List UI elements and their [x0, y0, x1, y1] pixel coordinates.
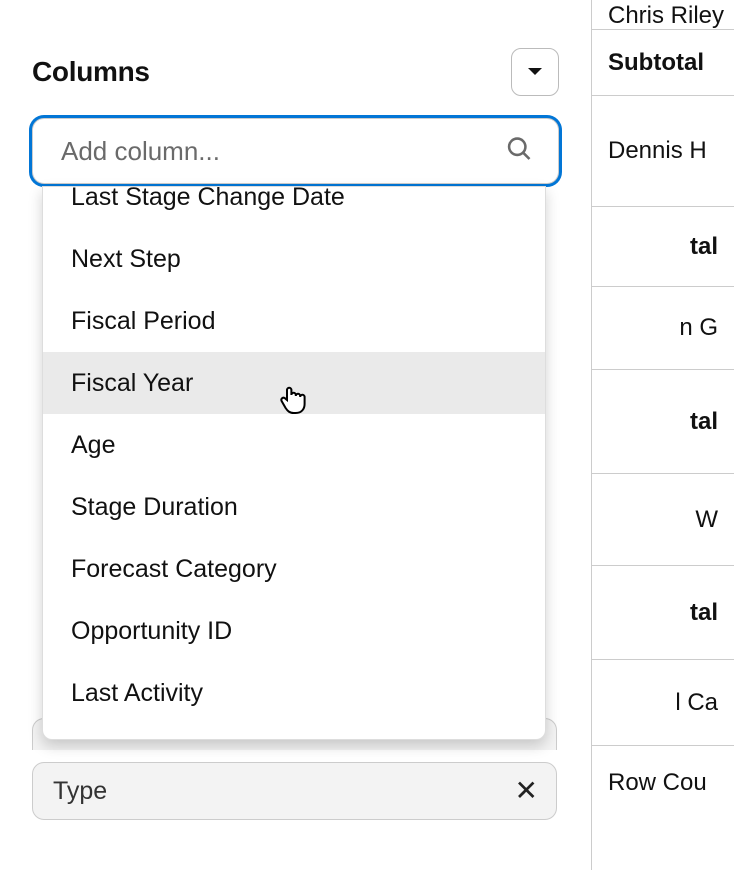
- subtotal-cell[interactable]: Subtotal: [592, 30, 734, 96]
- add-column-input[interactable]: [32, 118, 559, 184]
- column-option[interactable]: Last Stage Change Date: [43, 186, 545, 228]
- search-icon: [505, 135, 533, 168]
- column-option[interactable]: Fiscal Year: [43, 352, 545, 414]
- data-cell[interactable]: W: [592, 474, 734, 566]
- data-cell[interactable]: n G: [592, 287, 734, 370]
- columns-options-dropdown[interactable]: [511, 48, 559, 96]
- column-option[interactable]: Last Activity: [43, 662, 545, 724]
- report-preview-table: Chris RileySubtotalDennis Htaln Gtal Wta…: [592, 0, 734, 870]
- data-cell[interactable]: Chris Riley: [592, 0, 734, 30]
- data-cell[interactable]: l Ca: [592, 660, 734, 746]
- data-cell[interactable]: Dennis H: [592, 96, 734, 207]
- section-header: Columns: [32, 0, 559, 114]
- column-option[interactable]: Fiscal Period: [43, 290, 545, 352]
- column-option[interactable]: Description: [43, 724, 545, 740]
- add-column-search-wrap: [32, 118, 559, 184]
- section-title: Columns: [32, 56, 150, 88]
- column-option[interactable]: Stage Duration: [43, 476, 545, 538]
- chip-label: Type: [53, 777, 107, 806]
- column-option[interactable]: Opportunity ID: [43, 600, 545, 662]
- subtotal-cell[interactable]: tal: [592, 370, 734, 474]
- subtotal-cell[interactable]: tal: [592, 207, 734, 287]
- column-option[interactable]: Next Step: [43, 228, 545, 290]
- columns-panel: Columns Last Stage Change DateNext StepF…: [0, 0, 592, 870]
- column-results-popover: Last Stage Change DateNext StepFiscal Pe…: [42, 186, 546, 740]
- column-option[interactable]: Forecast Category: [43, 538, 545, 600]
- subtotal-cell[interactable]: tal: [592, 566, 734, 660]
- chip-remove-icon[interactable]: ✕: [515, 777, 538, 805]
- chevron-down-icon: [527, 67, 543, 77]
- column-option[interactable]: Age: [43, 414, 545, 476]
- column-chip-type[interactable]: Type ✕: [32, 762, 557, 820]
- data-cell[interactable]: Row Cou: [592, 746, 734, 820]
